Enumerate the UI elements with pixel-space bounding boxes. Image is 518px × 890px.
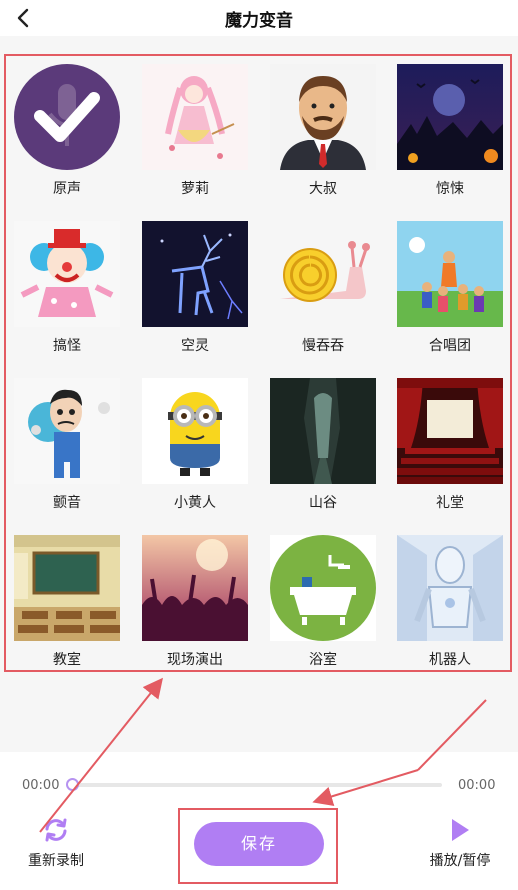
play-pause-button[interactable]: 播放/暂停 (420, 816, 500, 870)
effect-label: 萝莉 (181, 181, 209, 197)
classroom-image (14, 535, 120, 641)
effect-tile[interactable]: 现场演出 (142, 535, 248, 685)
minion-image (142, 378, 248, 484)
effect-tile[interactable]: 大叔 (270, 64, 376, 214)
effect-label: 浴室 (309, 652, 337, 668)
snail-image (270, 221, 376, 327)
valley-image (270, 378, 376, 484)
effect-label: 教室 (53, 652, 81, 668)
effect-label: 礼堂 (436, 495, 464, 511)
choir-image (397, 221, 503, 327)
effect-tile[interactable]: 合唱团 (397, 221, 503, 371)
effect-label: 现场演出 (167, 652, 223, 668)
rerecord-label: 重新录制 (28, 853, 84, 869)
effect-tile[interactable]: 慢吞吞 (270, 221, 376, 371)
effect-tile[interactable]: 惊悚 (397, 64, 503, 214)
effect-tile[interactable]: 教室 (14, 535, 120, 685)
page-title: 魔力变音 (225, 11, 293, 31)
ethereal-deer-image (142, 221, 248, 327)
effect-label: 搞怪 (53, 338, 81, 354)
effect-tile[interactable]: 搞怪 (14, 221, 120, 371)
refresh-icon (45, 818, 67, 842)
header: 魔力变音 (0, 0, 518, 36)
anime-girl-image (142, 64, 248, 170)
play-icon (452, 819, 469, 841)
bathtub-image (270, 535, 376, 641)
effect-label: 惊悚 (436, 181, 464, 197)
auditorium-image (397, 378, 503, 484)
rerecord-button[interactable]: 重新录制 (18, 816, 94, 870)
effect-tile[interactable]: 原声 (14, 64, 120, 214)
save-button[interactable]: 保存 (194, 822, 324, 866)
effect-label: 大叔 (309, 181, 337, 197)
shivering-man-image (14, 378, 120, 484)
effect-label: 慢吞吞 (302, 338, 344, 354)
robot-image (397, 535, 503, 641)
haunted-night-image (397, 64, 503, 170)
effect-tile[interactable]: 礼堂 (397, 378, 503, 528)
play-pause-label: 播放/暂停 (429, 853, 491, 869)
effect-label: 机器人 (429, 652, 471, 668)
uncle-image (270, 64, 376, 170)
effect-label: 合唱团 (429, 338, 471, 354)
progress-knob[interactable] (66, 778, 79, 791)
effect-tile[interactable]: 颤音 (14, 378, 120, 528)
live-concert-image (142, 535, 248, 641)
effect-tile[interactable]: 浴室 (270, 535, 376, 685)
effect-label: 空灵 (181, 338, 209, 354)
progress-track[interactable] (66, 778, 442, 791)
effect-label: 颤音 (53, 495, 81, 511)
effect-tile[interactable]: 山谷 (270, 378, 376, 528)
current-time: 00:00 (22, 778, 60, 793)
effect-tile[interactable]: 空灵 (142, 221, 248, 371)
effect-label: 山谷 (309, 495, 337, 511)
effect-label: 小黄人 (174, 495, 216, 511)
mic-check-icon (14, 64, 120, 170)
clown-image (14, 221, 120, 327)
effect-tile[interactable]: 小黄人 (142, 378, 248, 528)
effect-label: 原声 (53, 181, 81, 197)
effect-tile[interactable]: 萝莉 (142, 64, 248, 214)
effect-tile[interactable]: 机器人 (397, 535, 503, 685)
total-time: 00:00 (458, 778, 496, 793)
